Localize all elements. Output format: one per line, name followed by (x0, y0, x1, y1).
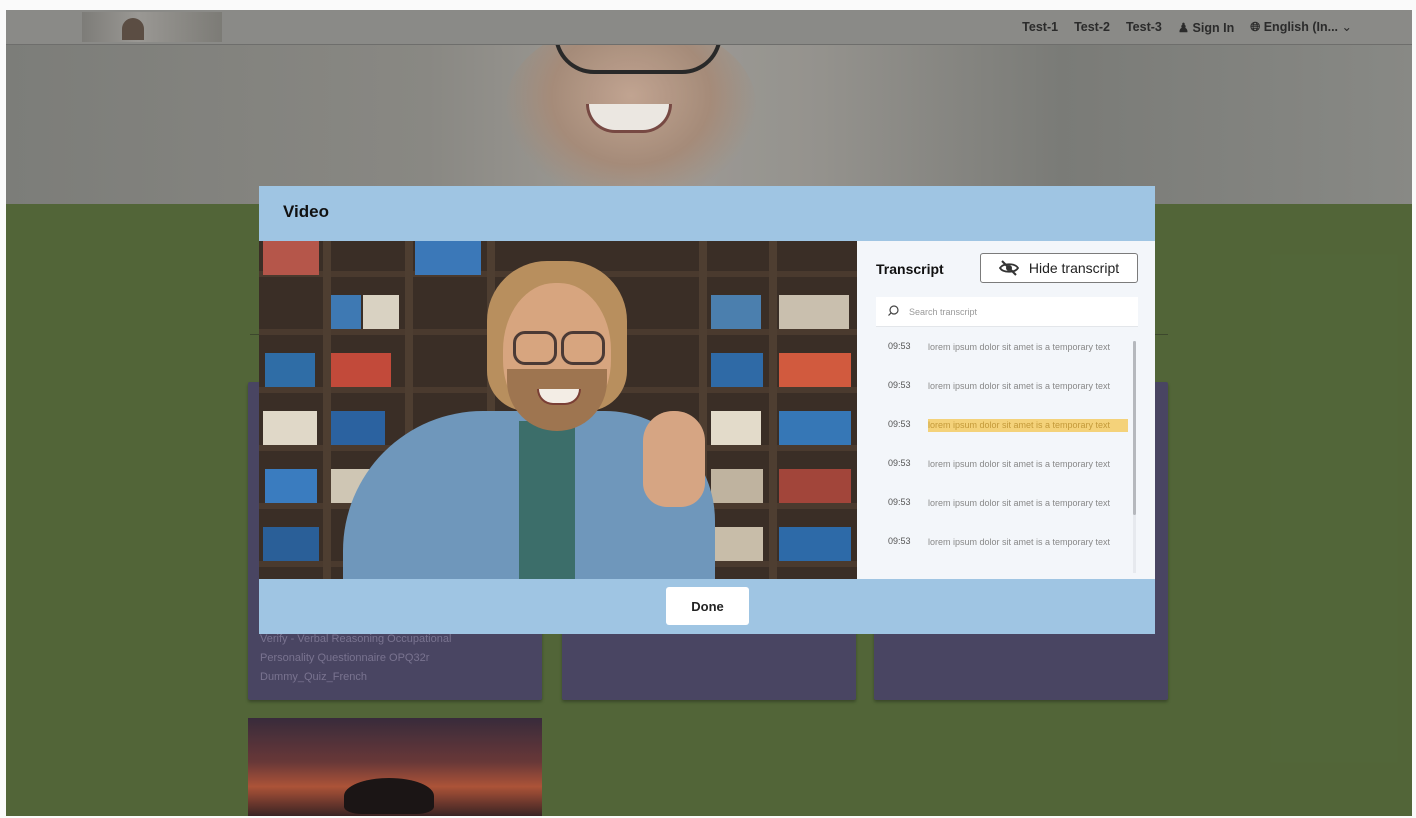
transcript-timestamp: 09:53 (888, 536, 911, 546)
presenter-glasses (513, 331, 557, 365)
transcript-list: 09:53 lorem ipsum dolor sit amet is a te… (876, 331, 1138, 579)
chevron-down-icon: ⌄ (1341, 20, 1352, 34)
shelf-divider (323, 241, 331, 579)
transcript-scrollbar-thumb[interactable] (1133, 341, 1136, 515)
nav-links: Test-1 Test-2 Test-3 ♟ Sign In 🌐︎ Englis… (1022, 10, 1352, 44)
video-presenter (343, 261, 723, 579)
book (779, 469, 851, 503)
search-transcript-input[interactable] (907, 305, 1111, 318)
hide-transcript-label: Hide transcript (1028, 260, 1120, 276)
top-navigation-bar: Test-1 Test-2 Test-3 ♟ Sign In 🌐︎ Englis… (6, 10, 1412, 45)
book (263, 527, 319, 561)
transcript-text: lorem ipsum dolor sit amet is a temporar… (928, 498, 1111, 508)
transcript-search (876, 297, 1138, 327)
transcript-timestamp: 09:53 (888, 341, 911, 351)
sign-in-label: Sign In (1192, 20, 1235, 35)
book (263, 411, 317, 445)
language-selector[interactable]: 🌐︎ English (In... ⌄ (1250, 19, 1352, 35)
language-label: English (In... (1263, 20, 1339, 34)
transcript-text-highlighted: lorem ipsum dolor sit amet is a temporar… (928, 419, 1128, 432)
book (779, 527, 851, 561)
site-logo[interactable] (82, 12, 222, 42)
transcript-title: Transcript (876, 261, 944, 277)
transcript-timestamp: 09:53 (888, 419, 911, 429)
modal-title: Video (283, 202, 329, 221)
video-player[interactable] (259, 241, 857, 579)
nav-link-test-2[interactable]: Test-2 (1074, 20, 1110, 34)
book (779, 353, 851, 387)
book (265, 469, 317, 503)
globe-icon: 🌐︎ (1250, 20, 1261, 34)
book (263, 241, 319, 275)
book (779, 411, 851, 445)
eye-slash-icon (998, 260, 1019, 276)
transcript-timestamp: 09:53 (888, 497, 911, 507)
nav-link-test-3[interactable]: Test-3 (1126, 20, 1162, 34)
done-button[interactable]: Done (666, 587, 749, 625)
shelf-divider (769, 241, 777, 579)
search-icon (888, 303, 899, 321)
transcript-text: lorem ipsum dolor sit amet is a temporar… (928, 537, 1111, 547)
transcript-timestamp: 09:53 (888, 458, 911, 468)
transcript-text: lorem ipsum dolor sit amet is a temporar… (928, 381, 1111, 391)
book (779, 295, 849, 329)
book (265, 353, 315, 387)
presenter-hand (643, 411, 705, 507)
nav-link-test-1[interactable]: Test-1 (1022, 20, 1058, 34)
user-icon: ♟ (1177, 20, 1190, 35)
presenter-glasses (561, 331, 605, 365)
transcript-text: lorem ipsum dolor sit amet is a temporar… (928, 459, 1111, 469)
video-modal: Video Transcript Hide transcript Search … (259, 186, 1155, 634)
presenter-shirt (519, 421, 575, 579)
sign-in-link[interactable]: ♟ Sign In (1178, 20, 1234, 35)
transcript-timestamp: 09:53 (888, 380, 911, 390)
transcript-text: lorem ipsum dolor sit amet is a temporar… (928, 342, 1111, 352)
hide-transcript-button[interactable]: Hide transcript (980, 253, 1138, 283)
transcript-panel: Transcript Hide transcript Search transc… (857, 241, 1155, 579)
